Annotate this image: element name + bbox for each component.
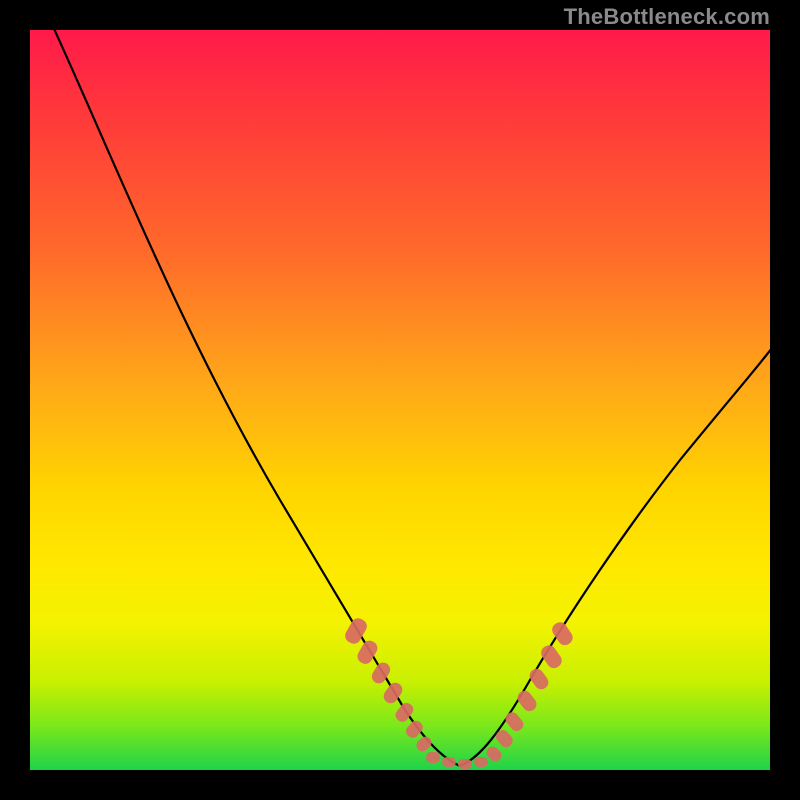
chart-svg [30,30,770,770]
curve-left [50,30,460,766]
curve-right [460,348,770,766]
markers-left [343,616,434,754]
watermark-text: TheBottleneck.com [564,4,770,30]
markers-right [484,620,575,764]
plot-area [30,30,770,770]
chart-container: TheBottleneck.com [0,0,800,800]
